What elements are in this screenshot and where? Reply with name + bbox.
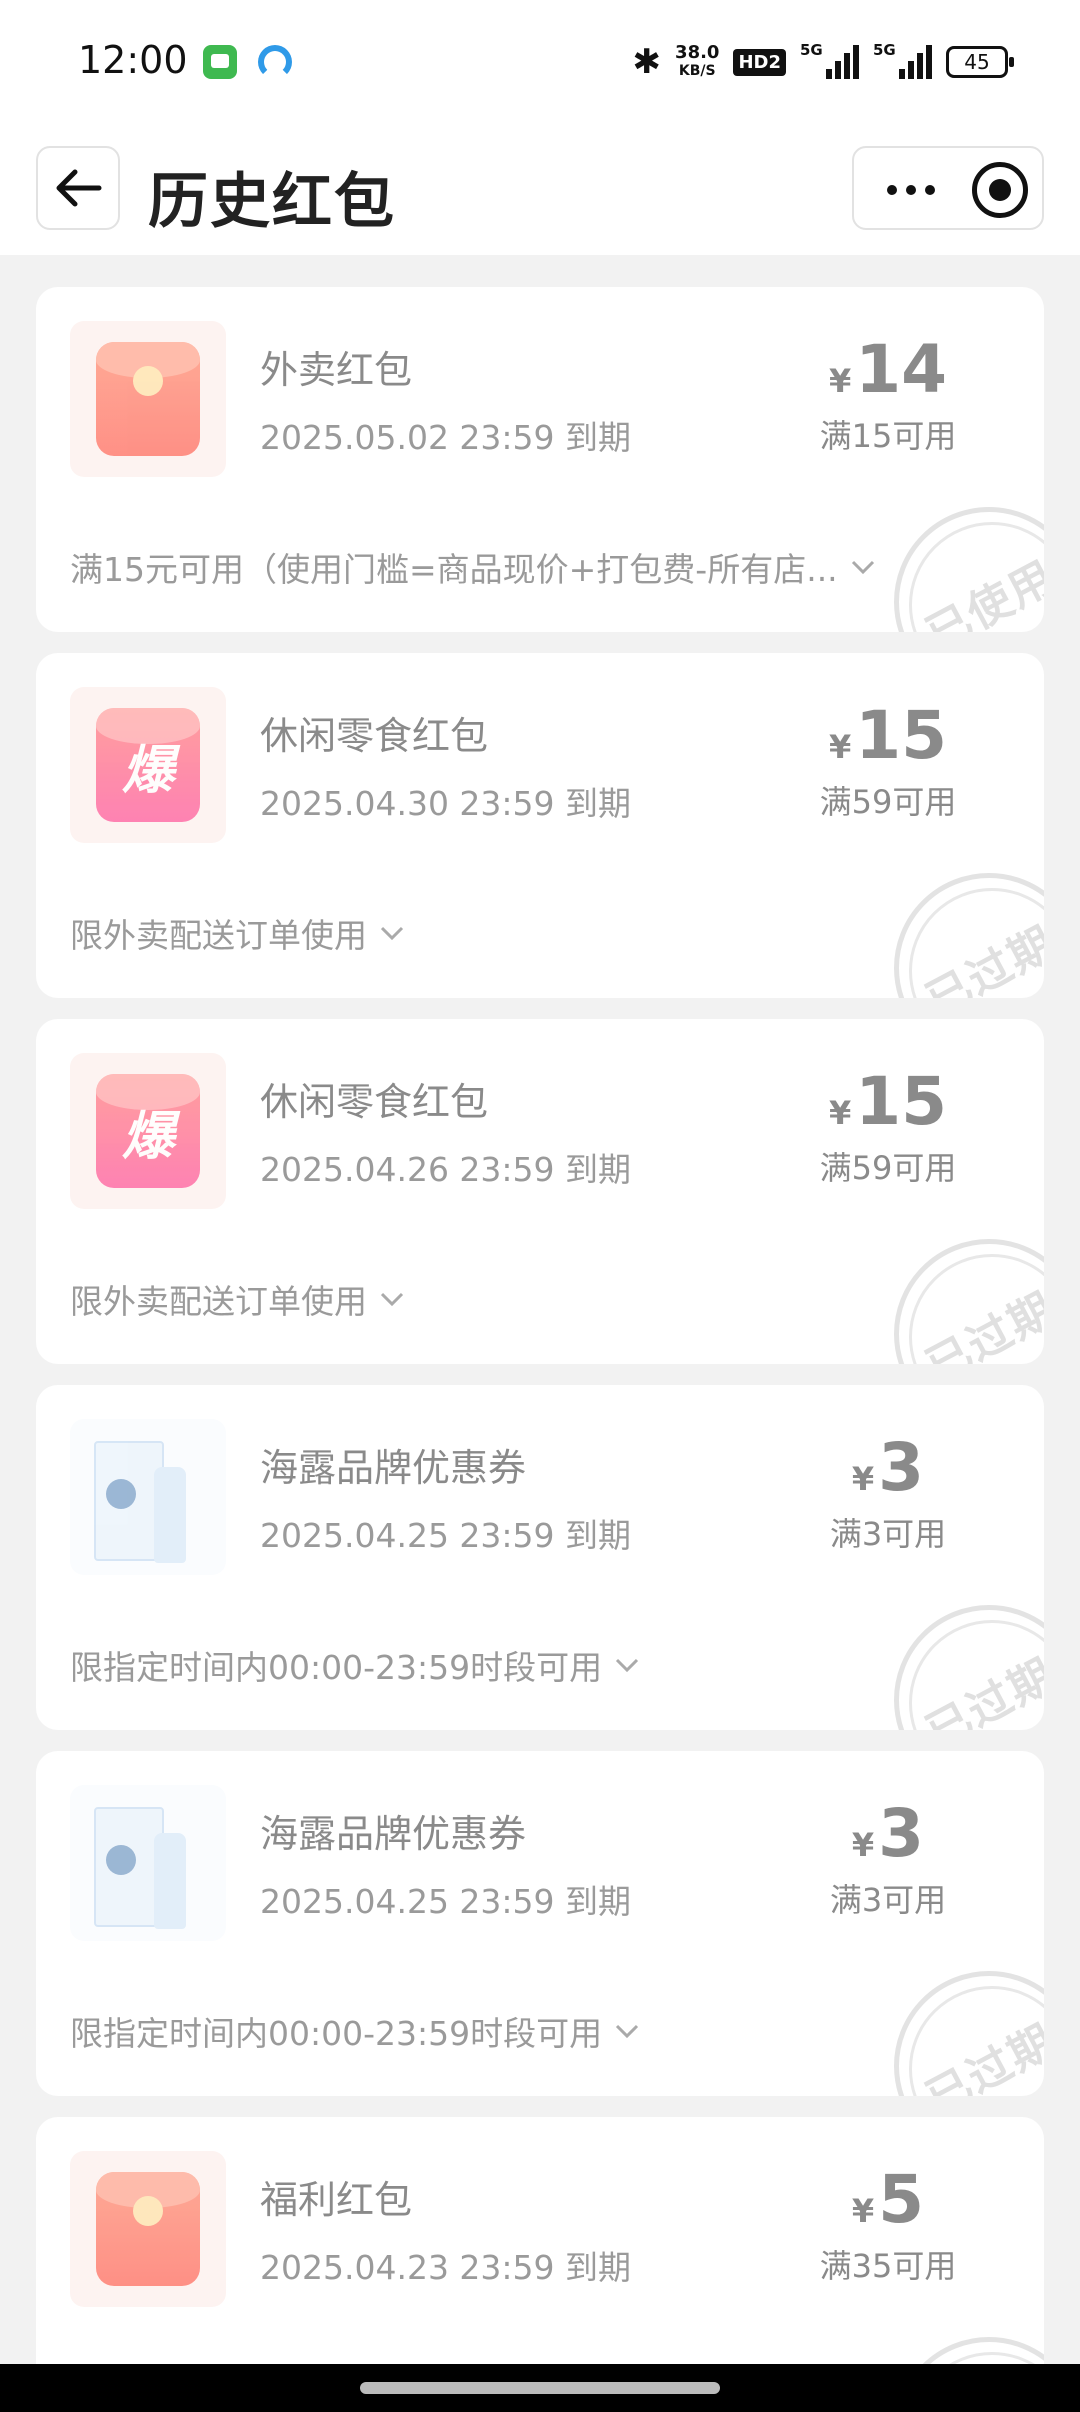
amount-value: 3 — [878, 1795, 925, 1872]
bluetooth-icon: ✱ — [632, 42, 662, 82]
voucher-thumb — [70, 1419, 226, 1575]
voucher-rule-text: 限指定时间内00:00-23:59时段可用 — [70, 1648, 603, 1687]
currency-symbol: ¥ — [828, 728, 852, 766]
amount-condition: 满59可用 — [819, 1149, 957, 1187]
bao-icon: 爆 — [96, 708, 200, 822]
voucher-amount: ¥ 3 满3可用 — [788, 1801, 988, 1921]
currency-symbol: ¥ — [851, 2192, 875, 2230]
bao-icon: 爆 — [96, 1074, 200, 1188]
eye-drops-product-image — [88, 1427, 208, 1567]
amount-condition: 满15可用 — [819, 417, 957, 455]
used-stamp: 已使用 — [894, 507, 1044, 632]
voucher-card[interactable]: 爆 休闲零食红包 2025.04.26 23:59 到期 ¥ 15 满59可用 … — [36, 1019, 1044, 1364]
currency-symbol: ¥ — [828, 1094, 852, 1132]
voucher-rule-toggle[interactable]: 限外卖配送订单使用 — [70, 1275, 405, 1323]
amount-value: 3 — [878, 1429, 925, 1506]
amount-value: 5 — [878, 2161, 925, 2238]
more-dots-icon — [887, 185, 897, 195]
voucher-title: 休闲零食红包 — [260, 1080, 489, 1124]
mini-program-capsule — [852, 146, 1044, 230]
voucher-thumb — [70, 321, 226, 477]
voucher-expiry: 2025.04.30 23:59 到期 — [260, 784, 632, 823]
home-indicator[interactable] — [360, 2382, 720, 2394]
voucher-thumb — [70, 1785, 226, 1941]
amount-condition: 满3可用 — [829, 1881, 947, 1919]
messages-app-icon — [203, 45, 237, 79]
amount-condition: 满3可用 — [829, 1515, 947, 1553]
page-title: 历史红包 — [148, 167, 396, 237]
voucher-rule-text: 限外卖配送订单使用 — [70, 916, 367, 955]
voucher-amount: ¥ 5 满35可用 — [788, 2167, 988, 2287]
currency-symbol: ¥ — [851, 1460, 875, 1498]
battery-icon: 45 — [946, 46, 1014, 78]
voucher-expiry: 2025.04.25 23:59 到期 — [260, 1516, 632, 1555]
voucher-rule-toggle[interactable]: 限外卖配送订单使用 — [70, 909, 405, 957]
hd-voice-icon: HD2 — [733, 48, 786, 76]
gesture-nav-bar — [0, 2364, 1080, 2412]
chevron-down-icon — [851, 560, 874, 575]
amount-value: 15 — [855, 1063, 948, 1140]
status-bar: 12:00 ✱ 38.0 KB/S HD2 5G 5G 45 — [0, 0, 1080, 125]
red-envelope-icon — [96, 342, 200, 456]
chevron-down-icon — [616, 1658, 639, 1673]
currency-symbol: ¥ — [828, 362, 852, 400]
network-speed: 38.0 KB/S — [675, 42, 720, 80]
currency-symbol: ¥ — [851, 1826, 875, 1864]
voucher-title: 休闲零食红包 — [260, 714, 489, 758]
expired-stamp: 已过期 — [894, 873, 1044, 998]
signal-icon-2: 5G — [873, 41, 932, 79]
expired-stamp: 已过期 — [894, 1605, 1044, 1730]
voucher-card[interactable]: 外卖红包 2025.05.02 23:59 到期 ¥ 14 满15可用 满15元… — [36, 287, 1044, 632]
voucher-expiry: 2025.05.02 23:59 到期 — [260, 418, 632, 457]
chevron-down-icon — [380, 1292, 404, 1307]
amount-value: 15 — [855, 697, 948, 774]
voucher-thumb — [70, 2151, 226, 2307]
voucher-thumb: 爆 — [70, 687, 226, 843]
voucher-amount: ¥ 3 满3可用 — [788, 1435, 988, 1555]
voucher-title: 海露品牌优惠券 — [260, 1812, 527, 1856]
voucher-thumb: 爆 — [70, 1053, 226, 1209]
close-target-button[interactable] — [972, 162, 1028, 218]
expired-stamp: 已过期 — [894, 1971, 1044, 2096]
voucher-rule-toggle[interactable]: 限指定时间内00:00-23:59时段可用 — [70, 1641, 640, 1689]
nav-header: 历史红包 — [0, 125, 1080, 255]
voucher-title: 海露品牌优惠券 — [260, 1446, 527, 1490]
voucher-rule-toggle[interactable]: 满15元可用（使用门槛=商品现价+打包费-所有店... — [70, 543, 876, 591]
voucher-rule-text: 限指定时间内00:00-23:59时段可用 — [70, 2014, 603, 2053]
voucher-title: 福利红包 — [260, 2178, 413, 2222]
arrow-left-icon — [56, 169, 102, 207]
voucher-expiry: 2025.04.23 23:59 到期 — [260, 2248, 632, 2287]
voucher-title: 外卖红包 — [260, 348, 413, 392]
status-time: 12:00 — [78, 38, 188, 82]
chevron-down-icon — [616, 2024, 639, 2039]
voucher-rule-toggle[interactable]: 限指定时间内00:00-23:59时段可用 — [70, 2007, 640, 2055]
amount-condition: 满59可用 — [819, 783, 957, 821]
chevron-down-icon — [380, 926, 404, 941]
expired-stamp: 已过期 — [894, 1239, 1044, 1364]
amount-value: 14 — [855, 331, 948, 408]
signal-icon-1: 5G — [800, 41, 859, 79]
voucher-card[interactable]: 爆 休闲零食红包 2025.04.30 23:59 到期 ¥ 15 满59可用 … — [36, 653, 1044, 998]
voucher-expiry: 2025.04.26 23:59 到期 — [260, 1150, 632, 1189]
more-menu-button[interactable] — [874, 162, 948, 218]
voucher-amount: ¥ 15 满59可用 — [788, 1069, 988, 1189]
eye-drops-product-image — [88, 1793, 208, 1933]
red-envelope-icon — [96, 2172, 200, 2286]
amount-condition: 满35可用 — [819, 2247, 957, 2285]
voucher-card[interactable]: 海露品牌优惠券 2025.04.25 23:59 到期 ¥ 3 满3可用 限指定… — [36, 1385, 1044, 1730]
voucher-amount: ¥ 15 满59可用 — [788, 703, 988, 823]
voucher-card[interactable]: 海露品牌优惠券 2025.04.25 23:59 到期 ¥ 3 满3可用 限指定… — [36, 1751, 1044, 2096]
back-button[interactable] — [36, 146, 120, 230]
voucher-amount: ¥ 14 满15可用 — [788, 337, 988, 457]
status-indicators: ✱ 38.0 KB/S HD2 5G 5G 45 — [632, 38, 1014, 86]
voucher-rule-text: 满15元可用（使用门槛=商品现价+打包费-所有店... — [70, 550, 838, 589]
browser-app-icon — [258, 45, 292, 79]
voucher-rule-text: 限外卖配送订单使用 — [70, 1282, 367, 1321]
voucher-expiry: 2025.04.25 23:59 到期 — [260, 1882, 632, 1921]
